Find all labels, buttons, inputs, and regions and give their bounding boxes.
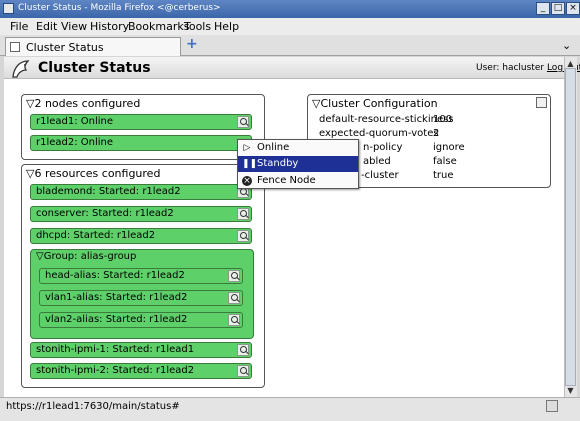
menu-file[interactable]: File (10, 20, 28, 33)
config-key: n-policy (363, 142, 403, 153)
cluster-config-header[interactable]: ▽Cluster Configuration (312, 97, 438, 110)
config-key: expected-quorum-votes (319, 128, 439, 139)
resource-item[interactable]: stonith-ipmi-2: Started: r1lead2 (30, 363, 252, 379)
group-resource-item[interactable]: vlan2-alias: Started: r1lead2 (39, 312, 243, 328)
new-tab-plus-icon[interactable]: + (186, 37, 198, 51)
magnifier-icon[interactable] (228, 270, 240, 282)
node-item[interactable]: r1lead2: Online (30, 135, 252, 151)
menu-item-online[interactable]: ▷ Online (238, 140, 358, 156)
tab-list-chevron-icon[interactable]: ⌄ (562, 39, 571, 52)
group-resource-item[interactable]: head-alias: Started: r1lead2 (39, 268, 243, 284)
magnifier-icon[interactable] (237, 365, 249, 377)
config-value: false (433, 156, 457, 167)
magnifier-icon[interactable] (237, 116, 249, 128)
minimize-button[interactable]: _ (536, 2, 550, 15)
menu-edit[interactable]: Edit (36, 20, 57, 33)
close-button[interactable]: × (566, 2, 580, 15)
node-item[interactable]: r1lead1: Online (30, 114, 252, 130)
window-titlebar[interactable]: Cluster Status - Mozilla Firefox <@cerbe… (0, 0, 580, 18)
firefox-icon (3, 3, 14, 14)
group-header[interactable]: ▽Group: alias-group (36, 251, 136, 262)
resource-item[interactable]: dhcpd: Started: r1lead2 (30, 228, 252, 244)
node-context-menu: ▷ Online ❚❚ Standby × Fence Node (237, 139, 359, 189)
magnifier-icon[interactable] (237, 208, 249, 220)
security-status-icon[interactable] (546, 400, 558, 412)
resources-panel-header[interactable]: ▽6 resources configured (26, 167, 160, 180)
resource-item[interactable]: blademond: Started: r1lead2 (30, 184, 252, 200)
window-title: Cluster Status - Mozilla Firefox <@cerbe… (18, 3, 221, 13)
config-value: true (433, 170, 454, 181)
menu-bar: File Edit View History Bookmarks Tools H… (0, 18, 580, 35)
config-value: 100 (433, 114, 453, 125)
edit-config-icon[interactable] (536, 97, 547, 108)
menu-item-standby[interactable]: ❚❚ Standby (238, 156, 358, 172)
menu-help[interactable]: Help (214, 20, 239, 33)
menu-view[interactable]: View (61, 20, 87, 33)
scroll-up-arrow-icon[interactable]: ▲ (565, 58, 576, 69)
config-key: -cluster (361, 170, 399, 181)
magnifier-icon[interactable] (228, 314, 240, 326)
magnifier-icon[interactable] (237, 344, 249, 356)
menu-item-fence-node[interactable]: × Fence Node (238, 173, 358, 189)
magnifier-icon[interactable] (228, 292, 240, 304)
stop-icon: × (242, 176, 252, 186)
cluster-logo-icon (12, 60, 30, 78)
group-resource-item[interactable]: vlan1-alias: Started: r1lead2 (39, 290, 243, 306)
pause-icon: ❚❚ (242, 159, 258, 169)
config-value: ignore (433, 142, 465, 153)
menu-history[interactable]: History (90, 20, 129, 33)
tab-label: Cluster Status (26, 41, 104, 54)
menu-tools[interactable]: Tools (184, 20, 211, 33)
magnifier-icon[interactable] (237, 230, 249, 242)
page-favicon-icon (10, 42, 20, 52)
resource-item[interactable]: conserver: Started: r1lead2 (30, 206, 252, 222)
play-icon: ▷ (243, 143, 251, 153)
config-value: 2 (433, 128, 440, 139)
status-url: https://r1lead1:7630/main/status# (6, 401, 180, 412)
scrollbar-thumb[interactable] (565, 68, 576, 386)
nodes-panel-header[interactable]: ▽2 nodes configured (26, 97, 140, 110)
collapse-triangle-icon[interactable]: ▽ (36, 251, 44, 262)
tab-cluster-status[interactable]: Cluster Status (5, 37, 181, 56)
scroll-down-arrow-icon[interactable]: ▼ (565, 385, 576, 396)
resource-item[interactable]: stonith-ipmi-1: Started: r1lead1 (30, 342, 252, 358)
user-label: User: hacluster (476, 63, 545, 73)
maximize-button[interactable]: □ (551, 2, 565, 15)
page-title: Cluster Status (38, 60, 151, 76)
menu-bookmarks[interactable]: Bookmarks (128, 20, 189, 33)
config-key: abled (363, 156, 391, 167)
